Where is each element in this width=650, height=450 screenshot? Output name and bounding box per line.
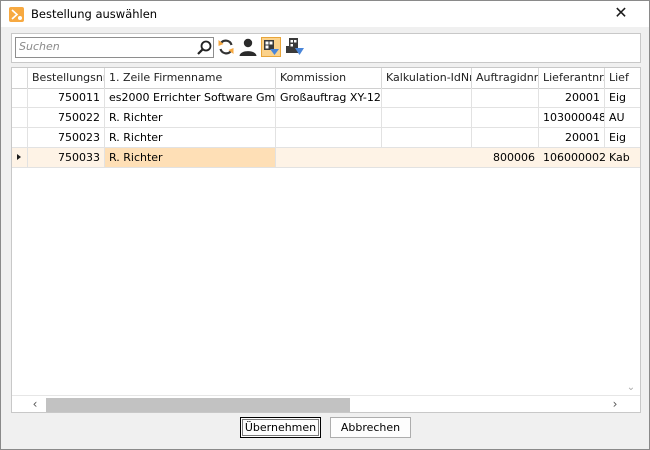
table-row[interactable]: 750023 R. Richter 20001 Eig — [12, 128, 640, 148]
filter-sort-icon[interactable] — [285, 37, 305, 57]
filter-grid-icon[interactable] — [261, 37, 281, 57]
close-icon: ✕ — [614, 3, 628, 22]
refresh-icon[interactable] — [216, 37, 236, 57]
cell-bestellungsnr: 750011 — [28, 88, 105, 107]
scroll-right-icon[interactable]: › — [608, 397, 622, 411]
cancel-button[interactable]: Abbrechen — [330, 417, 411, 438]
user-icon[interactable] — [238, 37, 258, 57]
column-header[interactable]: Kalkulation-IdNr. — [382, 68, 472, 88]
app-icon — [9, 7, 24, 22]
apply-button[interactable]: Übernehmen — [240, 417, 321, 438]
window-title: Bestellung auswählen — [31, 7, 158, 21]
cell-bestellungsnr: 750033 — [28, 148, 105, 167]
cell-kalkulation — [382, 88, 472, 107]
scroll-down-icon[interactable]: ⌄ — [624, 381, 638, 395]
cell-bestellungsnr: 750022 — [28, 108, 105, 127]
cell-firmenname: R. Richter — [105, 128, 276, 147]
cell-lieferantnr: 106000002 — [543, 151, 605, 164]
toolbar — [11, 33, 641, 63]
table-row[interactable]: 750022 R. Richter 103000048 AU — [12, 108, 640, 128]
cell-kalkulation — [382, 148, 472, 167]
current-row-arrow-icon — [17, 154, 21, 160]
cell-lief: Eig — [609, 91, 626, 104]
row-indicator — [12, 88, 28, 107]
cell-firmenname: R. Richter — [105, 108, 276, 127]
scroll-left-icon[interactable]: ‹ — [28, 397, 42, 411]
orders-grid: Bestellungsnr. 1. Zeile Firmenname Kommi… — [11, 67, 641, 413]
cell-firmenname: es2000 Errichter Software GmbH — [105, 88, 276, 107]
cell-firmenname: R. Richter — [105, 148, 276, 167]
row-indicator — [12, 108, 28, 127]
column-header[interactable]: Lief — [605, 68, 640, 88]
cell-kalkulation — [382, 128, 472, 147]
cell-kommission — [276, 108, 382, 127]
cell-kommission: Großauftrag XY-123 — [276, 88, 382, 107]
cell-bestellungsnr: 750023 — [28, 128, 105, 147]
column-header[interactable]: 1. Zeile Firmenname — [105, 68, 276, 88]
cell-lief: AU — [609, 111, 625, 124]
close-button[interactable]: ✕ — [608, 2, 634, 24]
cell-kommission — [276, 148, 382, 167]
cell-kalkulation — [382, 108, 472, 127]
cell-lieferantnr: 103000048 — [539, 108, 605, 127]
scrollbar-thumb[interactable] — [46, 398, 350, 412]
cell-lieferantnr: 20001 — [539, 88, 605, 107]
header-indicator — [12, 68, 28, 88]
table-row-selected[interactable]: 750033 R. Richter 800006 106000002 Kab — [12, 148, 640, 168]
column-header[interactable]: Lieferantnr. — [539, 68, 605, 88]
column-header[interactable]: Auftragidnr. — [472, 68, 539, 88]
cell-lieferantnr: 20001 — [539, 128, 605, 147]
table-row[interactable]: 750011 es2000 Errichter Software GmbH Gr… — [12, 88, 640, 108]
column-header[interactable]: Kommission — [276, 68, 382, 88]
cell-auftragidnr — [472, 108, 539, 127]
row-indicator — [12, 148, 28, 167]
cell-auftragidnr — [472, 88, 539, 107]
cell-kommission — [276, 128, 382, 147]
cell-lief: Kab — [609, 151, 630, 164]
search-box[interactable] — [15, 37, 214, 58]
search-input[interactable] — [19, 39, 189, 54]
row-indicator — [12, 128, 28, 147]
horizontal-scrollbar[interactable]: ‹ › — [12, 395, 640, 412]
cell-auftragidnr — [472, 128, 539, 147]
title-bar[interactable]: Bestellung auswählen ✕ — [1, 1, 649, 27]
column-header[interactable]: Bestellungsnr. — [28, 68, 105, 88]
cell-auftragidnr: 800006 — [493, 151, 535, 164]
grid-header: Bestellungsnr. 1. Zeile Firmenname Kommi… — [12, 68, 640, 89]
cell-lief: Eig — [609, 131, 626, 144]
dialog-window: Bestellung auswählen ✕ Suchen Bestellung… — [0, 0, 650, 450]
search-icon[interactable] — [196, 39, 213, 56]
